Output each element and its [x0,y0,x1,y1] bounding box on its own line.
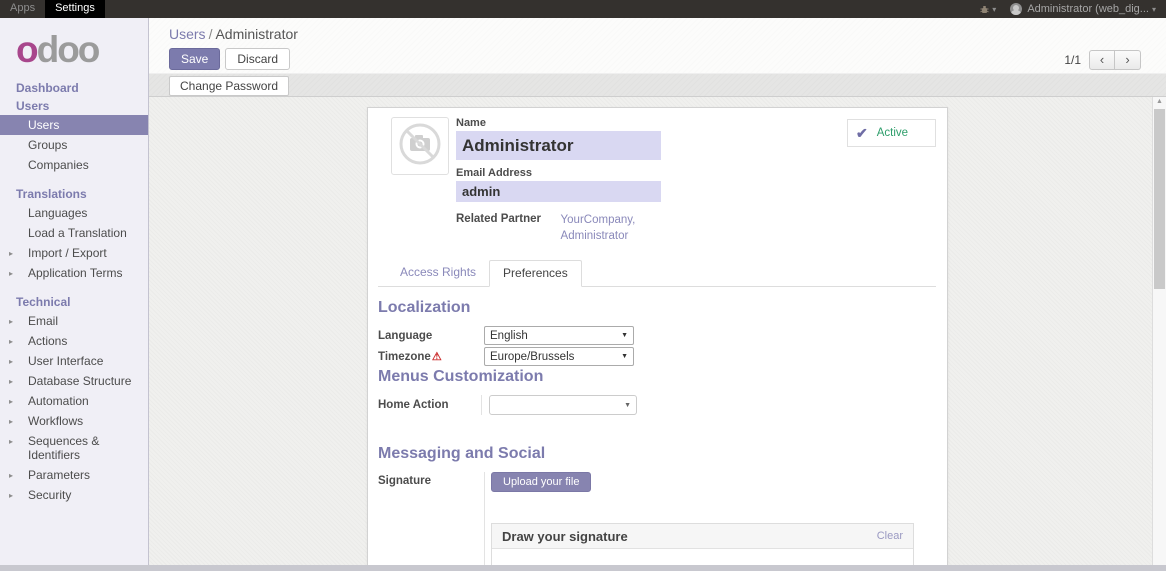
horizontal-scrollbar[interactable] [0,565,1166,571]
pager: 1/1 ‹ › [1064,50,1141,70]
timezone-select[interactable]: Europe/Brussels ▼ [484,347,634,366]
status-bar: Change Password [149,73,1166,97]
tab-access-rights[interactable]: Access Rights [387,260,489,286]
sidebar-item-database-structure[interactable]: ▸Database Structure [0,371,148,391]
form-sheet: Name Email Address Related Partner YourC… [367,107,948,565]
warning-icon: ⚠ [432,351,442,363]
menu-apps[interactable]: Apps [0,0,45,18]
signature-canvas[interactable] [492,549,913,565]
expand-arrow-icon: ▸ [9,469,13,483]
chevron-down-icon: ▾ [1152,5,1156,14]
sidebar-item-users[interactable]: Users [0,115,148,135]
sidebar-item-security[interactable]: ▸Security [0,485,148,505]
change-password-button[interactable]: Change Password [169,76,289,96]
sidebar-item-workflows[interactable]: ▸Workflows [0,411,148,431]
form-area: Name Email Address Related Partner YourC… [149,97,1166,565]
name-input[interactable] [456,131,661,160]
breadcrumb-current: Administrator [215,26,297,42]
avatar [1010,3,1022,15]
notebook-tabs: Access Rights Preferences [378,260,936,287]
related-partner-label: Related Partner [456,213,561,244]
expand-arrow-icon: ▸ [9,435,13,449]
sidebar-item-companies[interactable]: Companies [0,155,148,175]
email-label: Email Address [456,167,671,179]
vertical-scrollbar-thumb[interactable] [1154,109,1165,289]
timezone-label: Timezone⚠ [378,350,484,363]
localization-title: Localization [378,299,668,317]
top-bar: Apps Settings ▾ Administrator (web_dig..… [0,0,1166,18]
expand-arrow-icon: ▸ [9,415,13,429]
developer-tools-menu[interactable]: ▾ [980,5,996,14]
active-label: Active [877,127,908,139]
clear-signature-link[interactable]: Clear [877,530,903,542]
sidebar-item-email[interactable]: ▸Email [0,311,148,331]
expand-arrow-icon: ▸ [9,247,13,261]
language-label: Language [378,330,484,342]
expand-arrow-icon: ▸ [9,355,13,369]
pager-value: 1/1 [1064,53,1081,67]
select-caret-icon: ▼ [621,353,628,360]
check-icon: ✔ [856,125,868,142]
save-button[interactable]: Save [169,48,220,70]
signature-widget: Draw your signature Clear [491,523,914,565]
name-label: Name [456,117,671,129]
control-panel: Users/Administrator Save Discard 1/1 ‹ › [149,18,1166,73]
active-checkbox[interactable]: ✔ Active [847,119,936,147]
sidebar-item-automation[interactable]: ▸Automation [0,391,148,411]
sidebar-item-application-terms[interactable]: ▸Application Terms [0,263,148,283]
vertical-scrollbar: ▲ [1152,97,1166,565]
sidebar-item-user-interface[interactable]: ▸User Interface [0,351,148,371]
sidebar-item-actions[interactable]: ▸Actions [0,331,148,351]
language-select[interactable]: English ▼ [484,326,634,345]
odoo-logo: odoo [0,18,148,79]
main-content: Users/Administrator Save Discard 1/1 ‹ ›… [149,18,1166,565]
email-input[interactable] [456,181,661,202]
home-action-label: Home Action [378,399,481,411]
scroll-up-arrow[interactable]: ▲ [1153,98,1166,105]
menus-customization-title: Menus Customization [378,368,648,386]
user-menu[interactable]: Administrator (web_dig... ▾ [1010,3,1156,15]
sidebar-item-dashboard[interactable]: Dashboard [0,79,148,97]
chevron-down-icon: ▾ [992,5,996,14]
expand-arrow-icon: ▸ [9,335,13,349]
expand-arrow-icon: ▸ [9,395,13,409]
sidebar-section-users[interactable]: Users [0,97,148,115]
select-caret-icon: ▼ [624,402,631,409]
sidebar-section-technical[interactable]: Technical [0,293,148,311]
related-partner-link[interactable]: YourCompany, Administrator [561,213,671,244]
pager-next-button[interactable]: › [1115,50,1141,70]
upload-file-button[interactable]: Upload your file [491,472,591,492]
no-camera-icon [398,122,442,171]
sidebar-item-import-export[interactable]: ▸Import / Export [0,243,148,263]
expand-arrow-icon: ▸ [9,375,13,389]
bug-icon [980,5,989,14]
expand-arrow-icon: ▸ [9,489,13,503]
pager-previous-button[interactable]: ‹ [1089,50,1115,70]
select-caret-icon: ▼ [621,332,628,339]
sidebar-item-parameters[interactable]: ▸Parameters [0,465,148,485]
sidebar-section-translations[interactable]: Translations [0,185,148,203]
breadcrumb: Users/Administrator [169,26,298,42]
messaging-and-social-title: Messaging and Social [378,445,936,463]
sidebar-item-languages[interactable]: Languages [0,203,148,223]
draw-signature-title: Draw your signature [502,529,877,544]
breadcrumb-users-link[interactable]: Users [169,26,206,42]
menu-settings[interactable]: Settings [45,0,105,18]
sidebar-item-groups[interactable]: Groups [0,135,148,155]
discard-button[interactable]: Discard [225,48,290,70]
sidebar: odoo Dashboard Users Users Groups Compan… [0,18,149,565]
sidebar-item-load-a-translation[interactable]: Load a Translation [0,223,148,243]
signature-label: Signature [378,472,484,565]
breadcrumb-separator: / [209,26,213,42]
user-image-field[interactable] [391,117,449,175]
expand-arrow-icon: ▸ [9,315,13,329]
user-menu-label: Administrator (web_dig... [1027,3,1149,15]
expand-arrow-icon: ▸ [9,267,13,281]
home-action-combobox[interactable]: ▼ [489,395,637,415]
sidebar-item-sequences-identifiers[interactable]: ▸Sequences & Identifiers [0,431,148,465]
tab-preferences[interactable]: Preferences [489,260,582,287]
